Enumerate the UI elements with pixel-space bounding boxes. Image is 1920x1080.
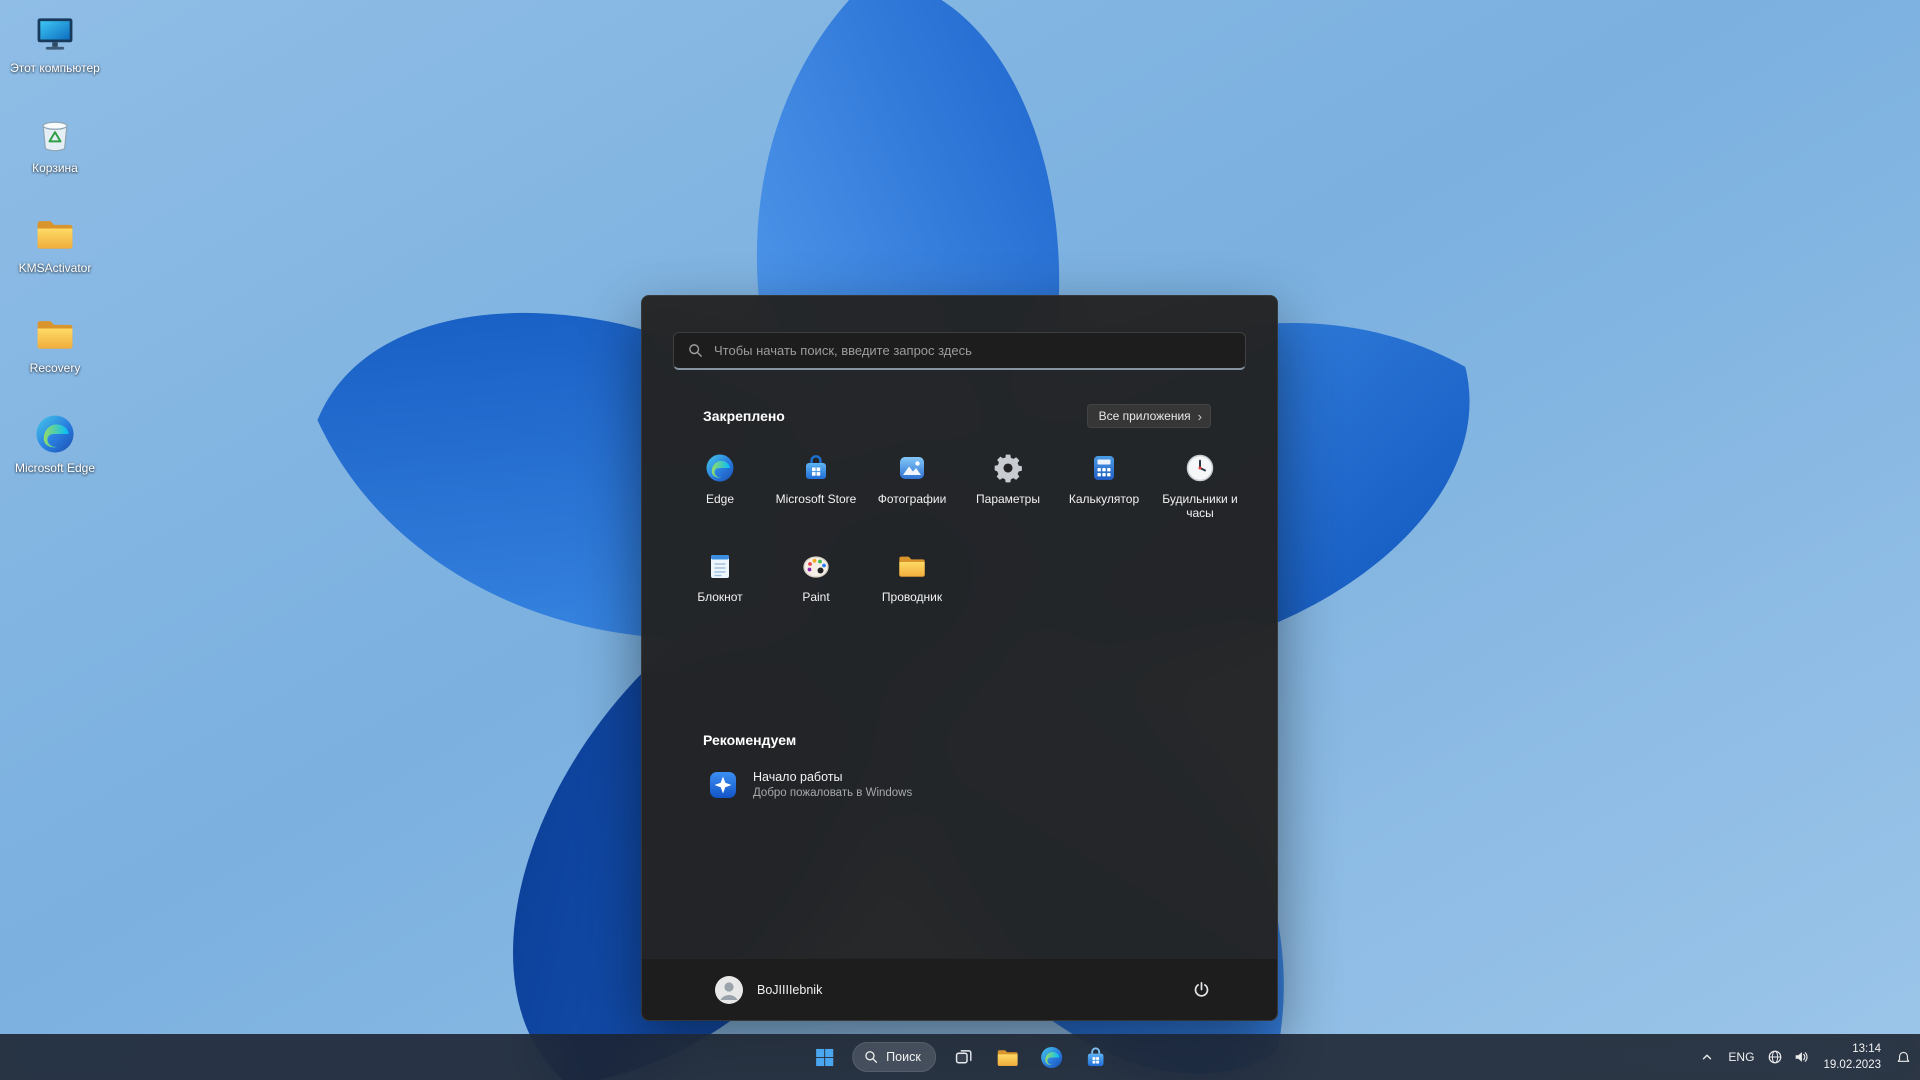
notification-bell-icon: [1897, 1051, 1909, 1062]
file-explorer-icon: [997, 1049, 1018, 1066]
taskbar-file-explorer-button[interactable]: [988, 1037, 1028, 1077]
start-search-input[interactable]: [714, 343, 1231, 358]
user-name: BoJIIIIebnik: [757, 982, 823, 997]
power-icon: [1194, 981, 1208, 997]
chevron-right-icon: ›: [1197, 408, 1202, 424]
tray-notifications-button[interactable]: [1890, 1037, 1916, 1077]
pinned-app-calculator[interactable]: Калькулятор: [1056, 446, 1152, 538]
folder-icon: [33, 212, 77, 256]
desktop-icon-recycle-bin[interactable]: Корзина: [6, 112, 104, 212]
pinned-app-grid: Edge Microsoft Store Фотографии Параметр…: [672, 446, 1247, 636]
windows-logo-icon: [815, 1048, 833, 1066]
alarms-clock-icon: [1184, 452, 1216, 484]
desktop-icon-edge[interactable]: Microsoft Edge: [6, 412, 104, 512]
desktop-icon-this-pc[interactable]: Этот компьютер: [6, 12, 104, 112]
search-icon: [865, 1051, 878, 1063]
pinned-app-paint[interactable]: Paint: [768, 544, 864, 636]
tray-time: 13:14: [1852, 1043, 1881, 1056]
desktop-icon-label: Корзина: [32, 161, 78, 175]
pinned-app-edge[interactable]: Edge: [672, 446, 768, 538]
recommended-item-get-started[interactable]: Начало работы Добро пожаловать в Windows: [696, 762, 996, 808]
task-view-icon: [955, 1049, 972, 1063]
pinned-app-notepad[interactable]: Блокнот: [672, 544, 768, 636]
desktop-icon-label: KMSActivator: [18, 261, 92, 275]
recommended-list: Начало работы Добро пожаловать в Windows: [696, 762, 1247, 808]
recommended-section-title: Рекомендуем: [703, 732, 797, 748]
tray-network-button[interactable]: [1762, 1037, 1788, 1077]
user-profile-button[interactable]: BoJIIIIebnik: [704, 970, 832, 1010]
power-button[interactable]: [1183, 973, 1219, 1007]
all-apps-button[interactable]: Все приложения ›: [1086, 404, 1211, 428]
pinned-app-photos[interactable]: Фотографии: [864, 446, 960, 538]
recommended-item-title: Начало работы: [753, 770, 843, 784]
pinned-app-store[interactable]: Microsoft Store: [768, 446, 864, 538]
pinned-app-explorer[interactable]: Проводник: [864, 544, 960, 636]
edge-icon: [704, 452, 736, 484]
user-avatar: [714, 975, 744, 1005]
tray-date: 19.02.2023: [1823, 1058, 1881, 1071]
chevron-up-icon: [1703, 1054, 1712, 1060]
desktop-icon-recovery[interactable]: Recovery: [6, 312, 104, 412]
desktop-icon-list: Этот компьютер Корзина KMSActivator Reco…: [6, 12, 104, 512]
task-view-button[interactable]: [944, 1037, 984, 1077]
photos-icon: [896, 452, 928, 484]
get-started-icon: [708, 770, 738, 800]
recommended-item-subtitle: Добро пожаловать в Windows: [753, 786, 913, 799]
store-icon: [1088, 1046, 1104, 1066]
folder-icon: [33, 312, 77, 356]
tray-clock[interactable]: 13:14 19.02.2023: [1814, 1037, 1890, 1077]
start-menu: Закреплено Все приложения › Edge: [641, 295, 1278, 1021]
desktop-icon-label: Recovery: [29, 361, 81, 375]
pinned-app-settings[interactable]: Параметры: [960, 446, 1056, 538]
edge-icon: [1041, 1046, 1063, 1068]
file-explorer-icon: [896, 550, 928, 582]
taskbar-store-button[interactable]: [1076, 1037, 1116, 1077]
calculator-icon: [1088, 452, 1120, 484]
pinned-section-title: Закреплено: [703, 408, 785, 424]
settings-gear-icon: [992, 452, 1024, 484]
start-user-bar: BoJIIIIebnik: [642, 958, 1277, 1020]
desktop-icon-kmsactivator[interactable]: KMSActivator: [6, 212, 104, 312]
start-button[interactable]: [804, 1037, 844, 1077]
speaker-volume-icon: [1796, 1052, 1808, 1062]
start-search-box[interactable]: [673, 332, 1246, 370]
taskbar-edge-button[interactable]: [1032, 1037, 1072, 1077]
pinned-app-alarms[interactable]: Будильники и часы: [1152, 446, 1248, 538]
tray-language-button[interactable]: ENG: [1720, 1037, 1762, 1077]
store-icon: [800, 452, 832, 484]
paint-icon: [800, 550, 832, 582]
tray-volume-button[interactable]: [1788, 1037, 1814, 1077]
notepad-icon: [704, 550, 736, 582]
globe-network-icon: [1769, 1050, 1782, 1064]
computer-icon: [33, 12, 77, 56]
taskbar-search-button[interactable]: Поиск: [852, 1042, 936, 1072]
desktop-icon-label: Этот компьютер: [10, 61, 100, 75]
tray-show-hidden-icons-button[interactable]: [1694, 1037, 1720, 1077]
taskbar: Поиск ENG 13:14 19.02.2023: [0, 1034, 1920, 1080]
search-icon: [689, 344, 702, 357]
desktop-icon-label: Microsoft Edge: [14, 461, 96, 475]
edge-icon: [33, 412, 77, 456]
recycle-bin-icon: [33, 112, 77, 156]
